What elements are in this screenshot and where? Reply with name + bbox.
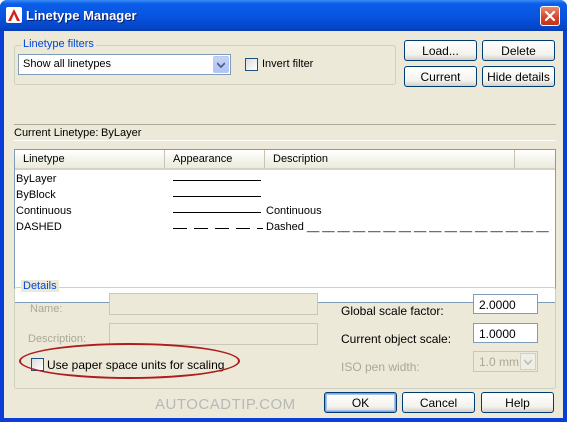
column-linetype[interactable]: Linetype: [15, 150, 165, 168]
close-button[interactable]: [540, 6, 560, 26]
invert-filter-checkbox[interactable]: [245, 58, 258, 71]
description-label: Description:: [28, 333, 87, 345]
iso-pen-width-label: ISO pen width:: [341, 360, 420, 374]
iso-pen-width-value: 1.0 mm: [479, 355, 520, 369]
close-icon: [544, 10, 556, 22]
list-item[interactable]: ByLayer: [15, 172, 555, 188]
linetype-description: Continuous: [266, 205, 322, 217]
details-label: Details: [21, 280, 59, 292]
current-linetype-label: Current Linetype:: [14, 127, 99, 139]
hide-details-button[interactable]: Hide details: [482, 66, 555, 87]
list-header: Linetype Appearance Description: [15, 150, 555, 170]
ok-button[interactable]: OK: [324, 392, 397, 413]
name-field: [109, 293, 318, 315]
linetype-filter-value: Show all linetypes: [23, 58, 112, 70]
title-bar[interactable]: Linetype Manager: [0, 0, 567, 31]
object-scale-label: Current object scale:: [341, 332, 452, 346]
window-frame-bottom: [0, 418, 567, 422]
linetype-name: Continuous: [16, 205, 72, 217]
highlight-annotation: [19, 343, 240, 379]
linetype-name: DASHED: [16, 221, 62, 233]
global-scale-label: Global scale factor:: [341, 304, 444, 318]
autocad-icon: [6, 7, 22, 23]
linetype-filters-label: Linetype filters: [21, 38, 96, 50]
column-appearance[interactable]: Appearance: [165, 150, 265, 168]
linetype-list[interactable]: Linetype Appearance Description ByLayer …: [14, 149, 556, 303]
cancel-button[interactable]: Cancel: [402, 392, 475, 413]
delete-button[interactable]: Delete: [482, 40, 555, 61]
object-scale-value: 1.0000: [479, 327, 516, 341]
current-linetype-bar: Current Linetype: ByLayer: [14, 124, 556, 141]
linetype-description: Dashed __ __ __ __ __ __ __ __ __ __ __ …: [266, 221, 549, 233]
dialog-window: Linetype Manager Linetype filters Show a…: [0, 0, 567, 422]
description-field: [109, 323, 318, 345]
appearance-solid-line: [173, 196, 261, 197]
help-button[interactable]: Help: [481, 392, 554, 413]
dialog-title: Linetype Manager: [26, 8, 137, 23]
load-button[interactable]: Load...: [404, 40, 477, 61]
current-linetype-value: ByLayer: [101, 127, 142, 139]
linetype-filter-select[interactable]: Show all linetypes: [18, 54, 231, 75]
chevron-down-icon: [520, 353, 536, 370]
linetype-name: ByLayer: [16, 173, 57, 185]
name-label: Name:: [30, 303, 63, 315]
chevron-down-icon[interactable]: [213, 56, 229, 73]
current-button[interactable]: Current: [404, 66, 477, 87]
list-item[interactable]: ByBlock: [15, 188, 555, 204]
invert-filter-label: Invert filter: [262, 58, 314, 70]
list-item[interactable]: Continuous Continuous: [15, 204, 555, 220]
appearance-solid-line: [173, 180, 261, 181]
appearance-dashed-line: [173, 228, 263, 229]
appearance-solid-line: [173, 212, 261, 213]
iso-pen-width-select: 1.0 mm: [473, 351, 538, 372]
column-description[interactable]: Description: [265, 150, 515, 168]
linetype-name: ByBlock: [16, 189, 56, 201]
list-item[interactable]: DASHED Dashed __ __ __ __ __ __ __ __ __…: [15, 220, 555, 236]
object-scale-input[interactable]: 1.0000: [473, 323, 538, 343]
global-scale-value: 2.0000: [479, 298, 516, 312]
watermark-text: AUTOCADTIP.COM: [155, 396, 296, 413]
global-scale-input[interactable]: 2.0000: [473, 294, 538, 314]
